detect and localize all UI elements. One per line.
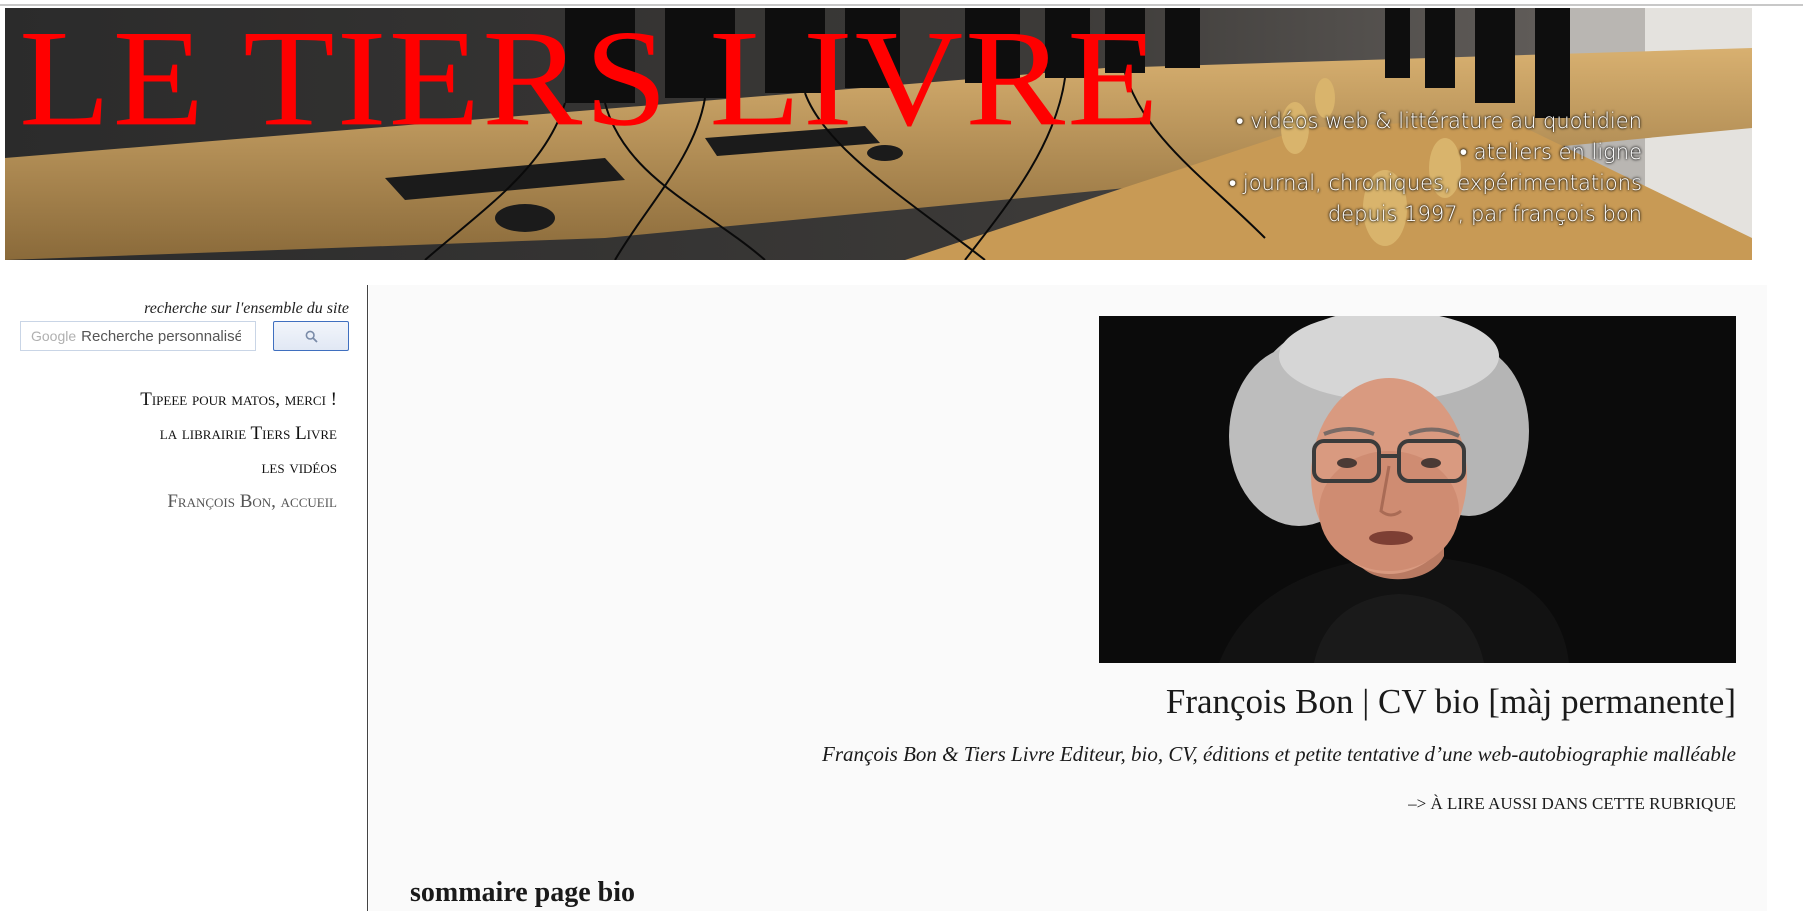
search-icon [305, 330, 318, 343]
search-caption: recherche sur l'ensemble du site [144, 300, 349, 317]
sidebar-nav: Tipeee pour matos, merci ! la librairie … [140, 383, 337, 519]
search-box[interactable]: Google [20, 321, 256, 351]
nav-item-tipeee[interactable]: Tipeee pour matos, merci ! [140, 383, 337, 417]
search-input[interactable] [81, 327, 242, 345]
right-margin [1767, 285, 1803, 911]
tagline-line: • ateliers en ligne [1459, 140, 1642, 164]
site-title[interactable]: LE TIERS LIVRE [19, 9, 1161, 147]
article-subtitle: François Bon & Tiers Livre Editeur, bio,… [822, 742, 1736, 766]
tagline-line: depuis 1997, par françois bon [1327, 202, 1642, 226]
tagline-line: • journal, chroniques, expérimentations [1228, 171, 1642, 195]
article-title: François Bon | CV bio [màj permanente] [1165, 682, 1736, 721]
section-heading: sommaire page bio [410, 877, 636, 908]
nav-item-accueil[interactable]: François Bon, accueil [140, 485, 337, 519]
author-portrait [1099, 316, 1736, 663]
site-banner[interactable]: LE TIERS LIVRE • vidéos web & littératur… [5, 8, 1752, 260]
tagline-line: • vidéos web & littérature au quotidien [1236, 109, 1642, 133]
google-logo: Google [31, 328, 77, 344]
nav-item-librairie[interactable]: la librairie Tiers Livre [140, 417, 337, 451]
search-button[interactable] [273, 321, 349, 351]
page: LE TIERS LIVRE • vidéos web & littératur… [0, 0, 1803, 911]
portrait-image [1099, 316, 1736, 663]
site-tagline: • vidéos web & littérature au quotidien … [1229, 106, 1642, 230]
also-read-link[interactable]: –> À LIRE AUSSI DANS CETTE RUBRIQUE [1408, 794, 1736, 814]
main-content: François Bon | CV bio [màj permanente] F… [369, 285, 1767, 911]
top-rule [0, 0, 1803, 6]
nav-item-videos[interactable]: les vidéos [140, 451, 337, 485]
sidebar: recherche sur l'ensemble du site Google … [0, 285, 368, 911]
